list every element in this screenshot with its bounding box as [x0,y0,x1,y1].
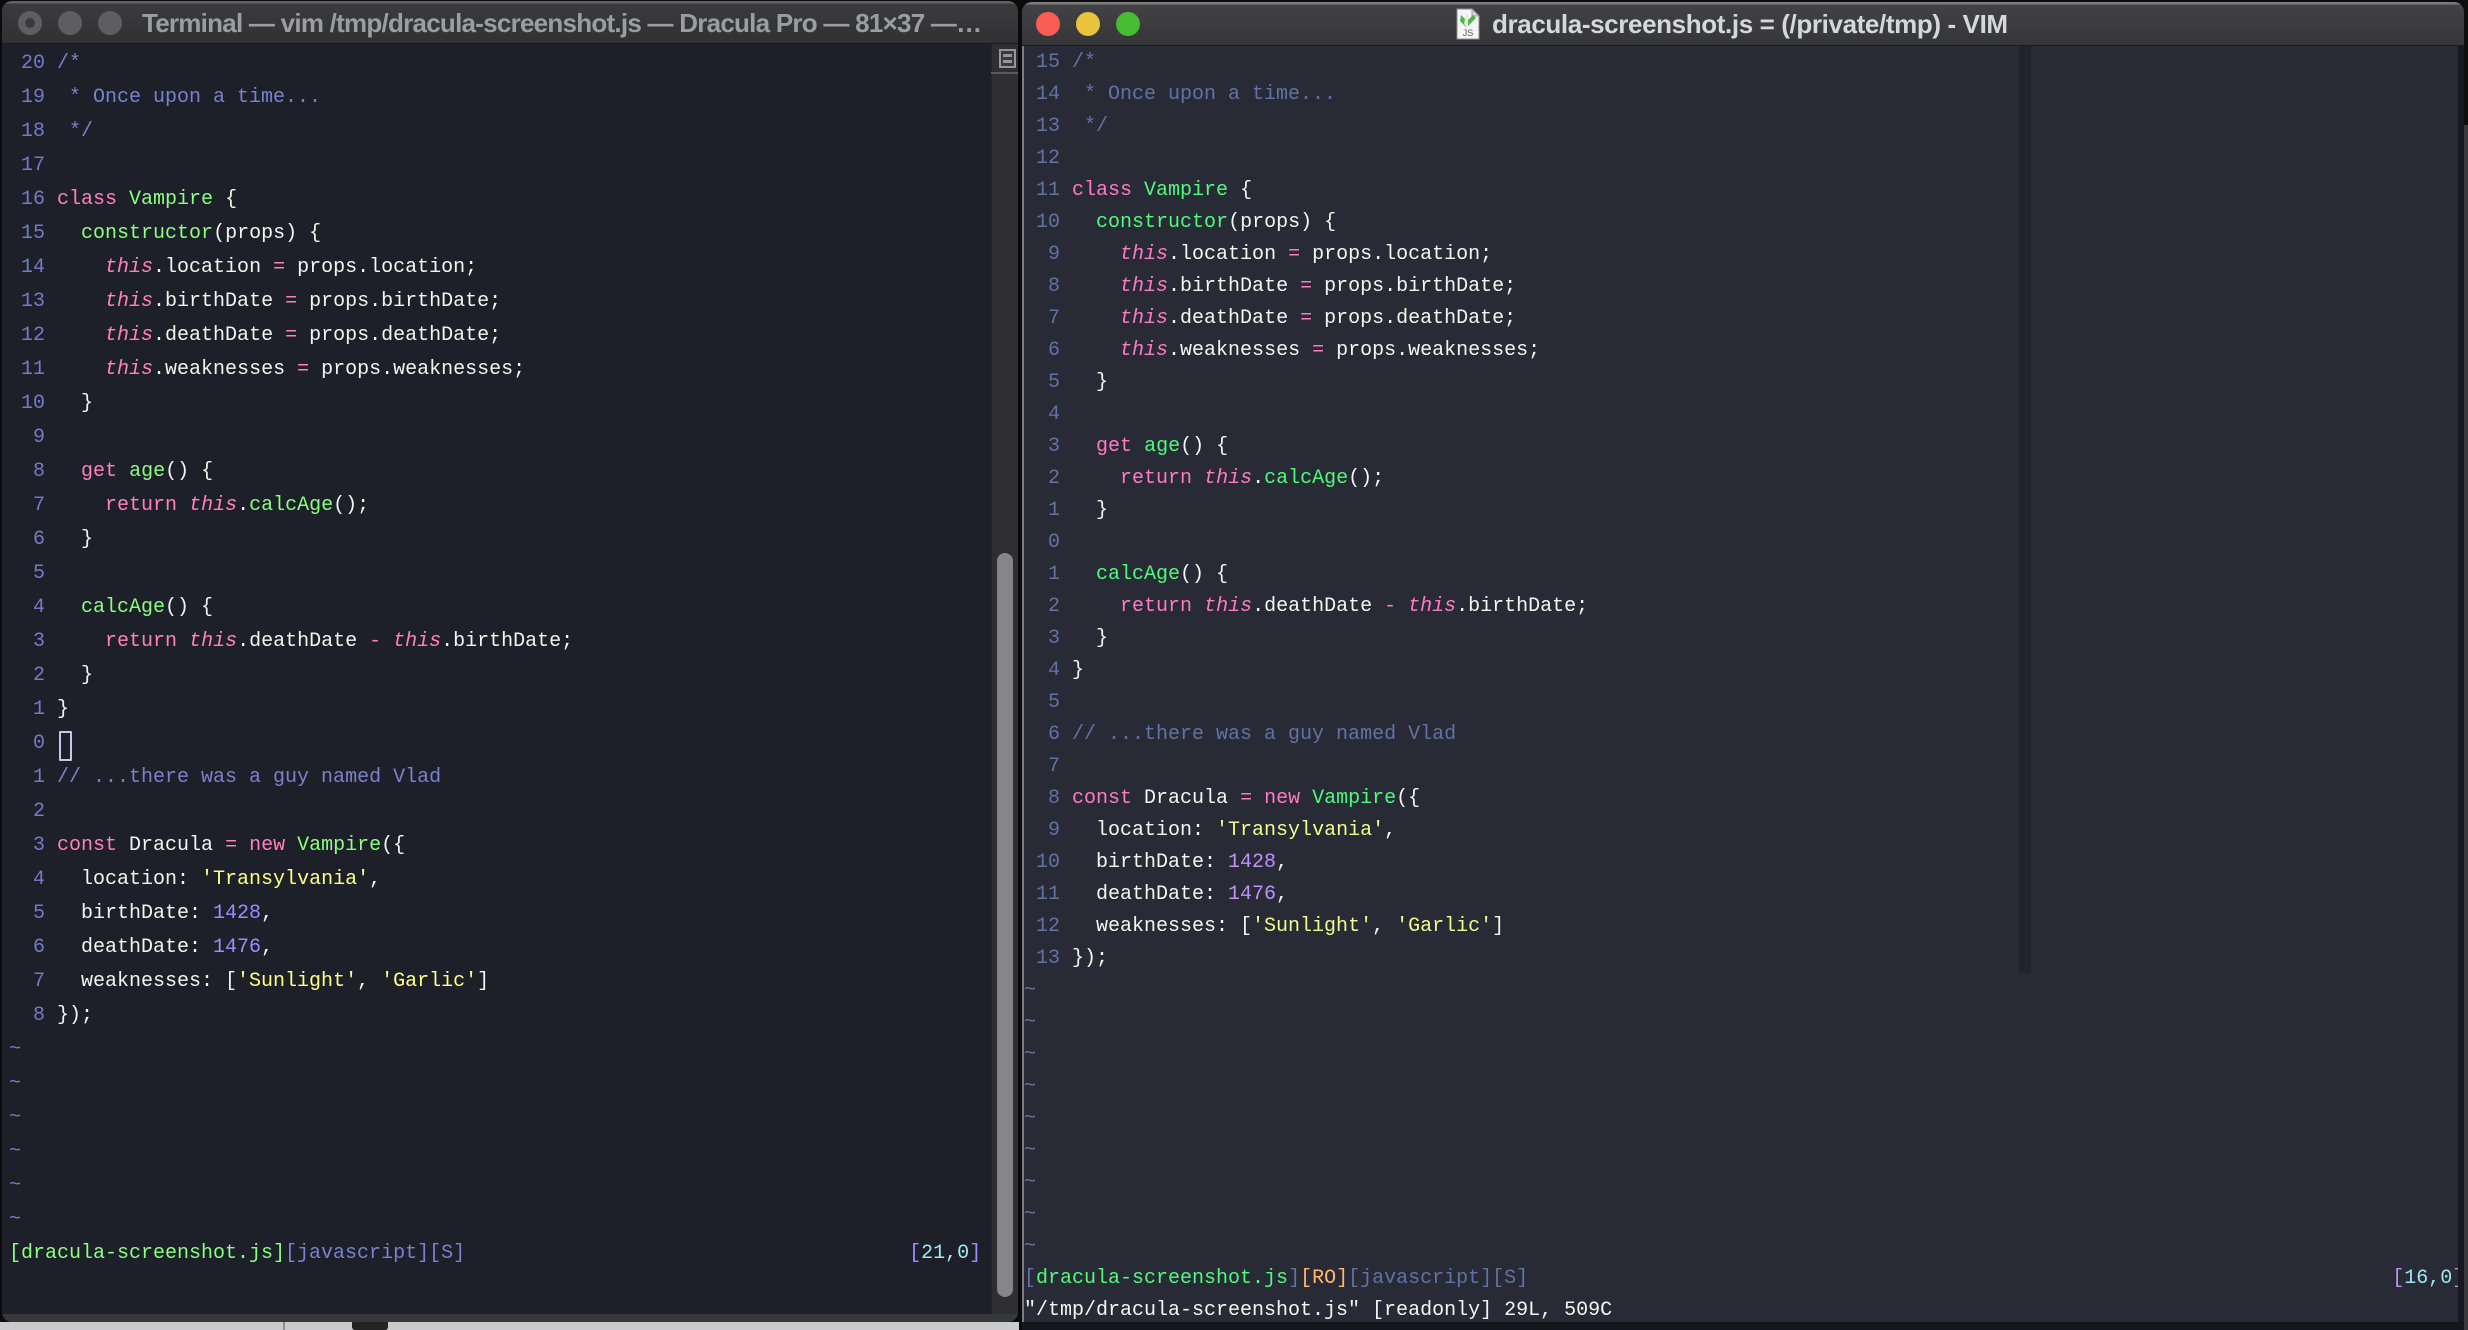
svg-text:JS: JS [1463,28,1474,38]
